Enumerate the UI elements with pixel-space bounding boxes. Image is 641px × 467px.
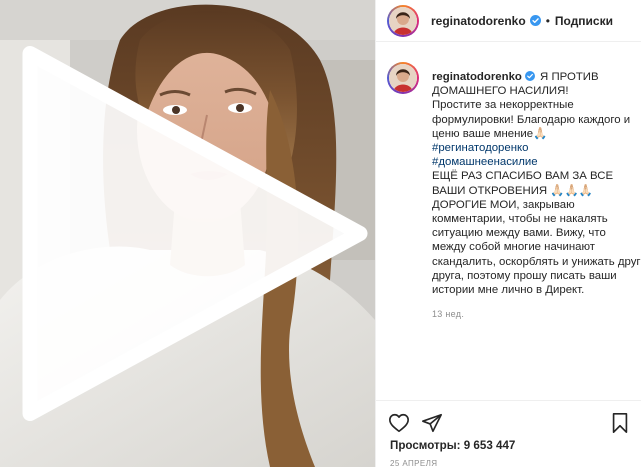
caption-paragraph-1: Простите за некорректные формулировки! Б… (432, 99, 631, 140)
views-count[interactable]: Просмотры: 9 653 447 (390, 439, 515, 452)
verified-badge-icon (529, 15, 541, 26)
verified-badge-icon (524, 71, 535, 81)
caption-avatar[interactable] (387, 62, 419, 94)
post-actions: Просмотры: 9 653 447 25 АПРЕЛЯ (376, 400, 641, 467)
following-button[interactable]: Подписки (555, 14, 613, 28)
views-label: Просмотры: (390, 439, 461, 452)
post-date[interactable]: 25 АПРЕЛЯ (390, 459, 437, 467)
paper-plane-icon[interactable] (421, 412, 443, 434)
avatar[interactable] (387, 4, 419, 37)
hashtag-link[interactable]: #регинатодоренко (432, 142, 528, 154)
play-icon[interactable] (0, 0, 375, 467)
post-header: reginatodorenko • Подписки (376, 0, 641, 42)
views-number: 9 653 447 (463, 439, 516, 452)
caption-text: reginatodorenko Я ПРОТИВ ДОМАШНЕГО НАСИЛ… (432, 70, 641, 321)
post-video[interactable] (0, 0, 375, 467)
hashtag-link[interactable]: #домашнеенасилие (432, 156, 538, 168)
post-username[interactable]: reginatodorenko (431, 14, 526, 28)
header-separator: • (545, 13, 550, 28)
heart-icon[interactable] (388, 412, 410, 434)
caption-username[interactable]: reginatodorenko (432, 71, 522, 83)
caption-paragraph-2: ЕЩЁ РАЗ СПАСИБО ВАМ ЗА ВСЕ ВАШИ ОТКРОВЕН… (432, 170, 641, 297)
bookmark-icon[interactable] (610, 412, 630, 434)
post-side-panel: reginatodorenko • Подписки reginatodoren… (375, 0, 641, 467)
caption-timestamp[interactable]: 13 нед. (432, 307, 641, 321)
